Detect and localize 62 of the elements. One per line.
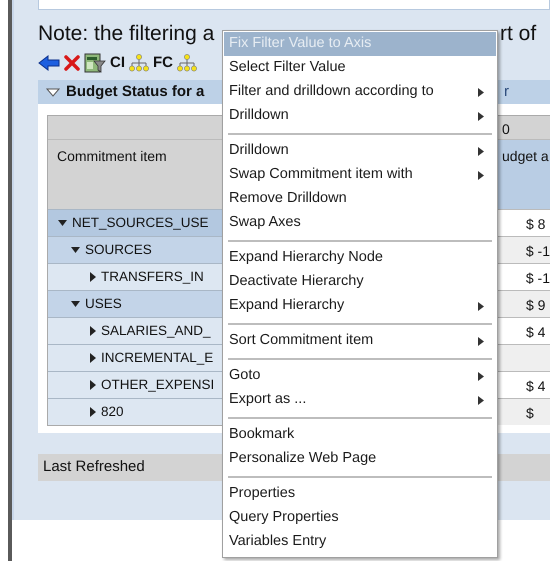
menu-item[interactable]: Remove Drilldown	[224, 187, 496, 211]
menu-item[interactable]: Drilldown	[224, 139, 496, 163]
filter-icon[interactable]	[84, 53, 106, 73]
table-cell: $ -1	[498, 236, 550, 263]
close-icon[interactable]	[64, 55, 80, 71]
collapsed-triangle-icon[interactable]	[90, 380, 96, 390]
section-title: Budget Status for a	[66, 82, 204, 102]
menu-item[interactable]: Swap Commitment item with	[224, 163, 496, 187]
menu-item[interactable]: Export as ...	[224, 388, 496, 412]
menu-item[interactable]: Select Filter Value	[224, 56, 496, 80]
menu-item[interactable]: Expand Hierarchy	[224, 294, 496, 318]
note-text: Note: the filtering a	[38, 21, 214, 48]
toolbar-label[interactable]: CI	[110, 52, 125, 74]
submenu-arrow-icon	[478, 336, 484, 346]
menu-item[interactable]: Drilldown	[224, 104, 496, 128]
menu-item[interactable]: Goto	[224, 364, 496, 388]
table-cell: $	[498, 398, 550, 425]
section-title: r	[504, 82, 510, 102]
table-header-cell: 0	[498, 116, 550, 140]
table-cell: $ 9	[498, 290, 550, 317]
menu-item[interactable]: Swap Axes	[224, 211, 496, 235]
menu-item[interactable]: Variables Entry	[224, 530, 496, 554]
tree-row-cell[interactable]: SOURCES	[48, 236, 223, 263]
menu-item[interactable]: Expand Hierarchy Node	[224, 246, 496, 270]
menu-item[interactable]: Sort Commitment item	[224, 329, 496, 353]
submenu-arrow-icon	[478, 112, 484, 120]
hierarchy-icon[interactable]	[177, 54, 197, 72]
expanded-triangle-icon[interactable]	[71, 301, 80, 307]
tree-row-cell[interactable]: OTHER_EXPENSI	[48, 371, 223, 398]
submenu-arrow-icon	[478, 372, 484, 380]
tree-row-cell[interactable]: INCREMENTAL_E	[48, 344, 223, 371]
note-text: rt of	[500, 21, 538, 48]
table-header-cell: udget a	[498, 140, 550, 209]
tree-row-cell[interactable]: USES	[48, 290, 223, 317]
collapsed-triangle-icon[interactable]	[90, 272, 96, 282]
tree-row-cell[interactable]: 820	[48, 398, 223, 425]
table-header-cell: Commitment item	[48, 140, 223, 209]
expanded-triangle-icon[interactable]	[46, 88, 60, 96]
status-text: Last Refreshed	[43, 457, 145, 478]
submenu-arrow-icon	[478, 396, 484, 404]
collapsed-triangle-icon[interactable]	[90, 407, 96, 417]
submenu-arrow-icon	[478, 88, 484, 96]
expanded-triangle-icon[interactable]	[58, 220, 67, 226]
back-arrow-icon[interactable]	[38, 55, 60, 71]
menu-item[interactable]: Properties	[224, 482, 496, 506]
submenu-arrow-icon	[478, 170, 484, 180]
menu-item[interactable]: Filter and drilldown according to	[224, 80, 496, 104]
tree-row-cell[interactable]: NET_SOURCES_USE	[48, 209, 223, 236]
collapsed-triangle-icon[interactable]	[90, 326, 96, 336]
hierarchy-icon[interactable]	[129, 54, 149, 72]
toolbar-label[interactable]: FC	[153, 52, 173, 74]
submenu-arrow-icon	[478, 302, 484, 310]
collapsed-triangle-icon[interactable]	[90, 353, 96, 363]
tree-row-cell[interactable]: TRANSFERS_IN	[48, 263, 223, 290]
submenu-arrow-icon	[478, 146, 484, 156]
tree-row-cell[interactable]: SALARIES_AND_	[48, 317, 223, 344]
menu-item[interactable]: Deactivate Hierarchy	[224, 270, 496, 294]
menu-item[interactable]: Query Properties	[224, 506, 496, 530]
menu-item[interactable]: Bookmark	[224, 423, 496, 447]
menu-item[interactable]: Personalize Web Page	[224, 447, 496, 471]
table-cell	[498, 344, 550, 371]
expanded-triangle-icon[interactable]	[71, 247, 80, 253]
